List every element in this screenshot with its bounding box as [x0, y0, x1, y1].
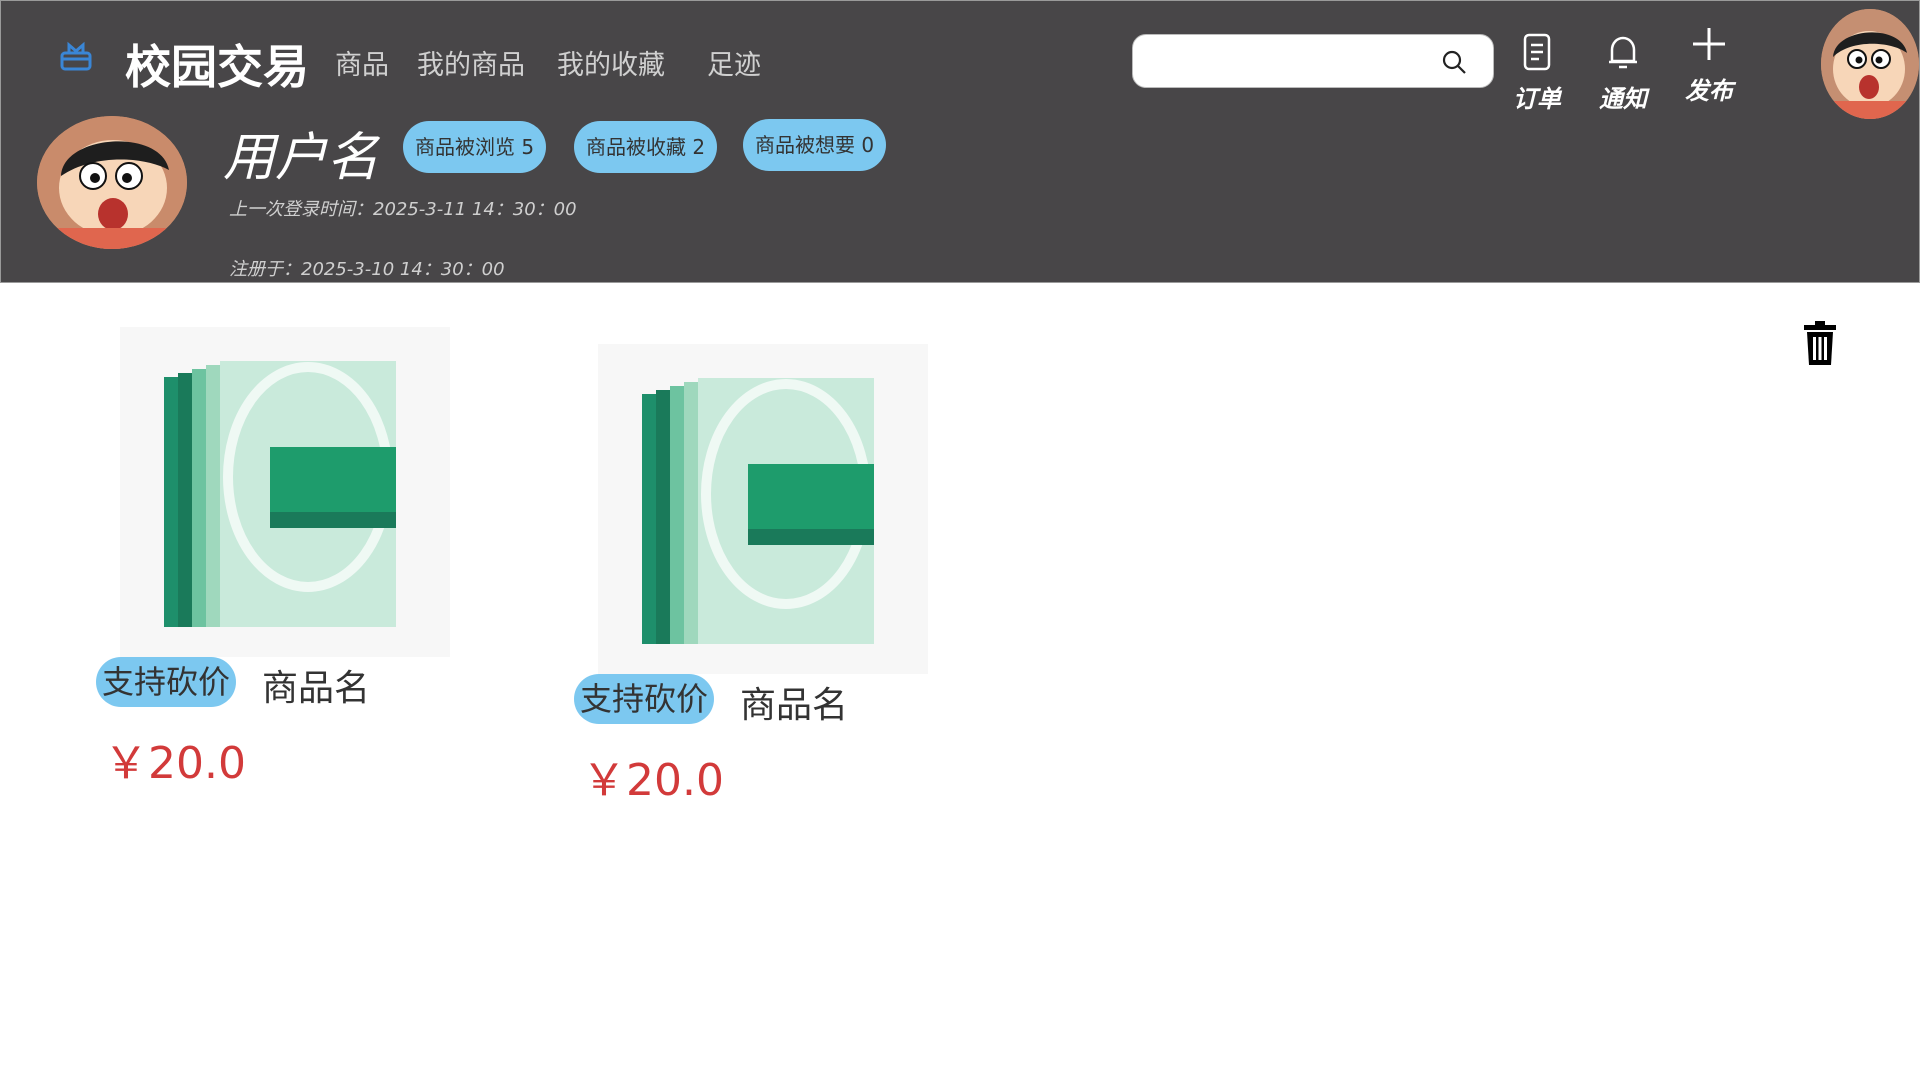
cartoon-avatar-icon [37, 116, 187, 249]
product-name[interactable]: 商品名 [262, 659, 370, 711]
trash-icon[interactable] [1803, 320, 1837, 366]
product-price: ￥20.0 [104, 738, 246, 789]
nav-products[interactable]: 商品 [335, 43, 389, 82]
publish-button[interactable]: 发布 [1669, 25, 1749, 106]
stat-wants-badge: 商品被想要 0 [743, 119, 887, 171]
top-header: 校园交易 商品 我的商品 我的收藏 足迹 订单 通知 发布 用户名 商品被浏览 … [0, 0, 1920, 283]
book-cover-image [598, 344, 928, 674]
stat-views-badge: 商品被浏览 5 [403, 121, 547, 173]
search-input[interactable] [1149, 44, 1439, 80]
product-price: ￥20.0 [582, 755, 724, 806]
bargain-badge: 支持砍价 [574, 674, 715, 724]
register-time: 注册于：2025-3-10 14：30：00 [229, 259, 505, 280]
product-image[interactable] [598, 344, 928, 674]
bell-icon [1609, 36, 1637, 69]
brand-title[interactable]: 校园交易 [125, 31, 309, 97]
last-login-time: 上一次登录时间：2025-3-11 14：30：00 [229, 199, 577, 220]
nav-my-products[interactable]: 我的商品 [417, 43, 525, 82]
search-box [1132, 34, 1494, 88]
product-image[interactable] [120, 327, 450, 657]
plus-icon [1693, 28, 1725, 60]
username: 用户名 [223, 128, 380, 188]
publish-label: 发布 [1685, 77, 1733, 105]
cartoon-avatar-icon [1821, 9, 1919, 119]
header-avatar[interactable] [1821, 9, 1919, 119]
search-icon[interactable] [1441, 49, 1467, 75]
notifications-label: 通知 [1599, 85, 1647, 113]
product-name[interactable]: 商品名 [740, 676, 848, 728]
nav-footprints[interactable]: 足迹 [707, 43, 761, 82]
orders-button[interactable]: 订单 [1497, 33, 1577, 114]
book-cover-image [120, 327, 450, 657]
gift-box-icon [60, 41, 92, 71]
bargain-badge: 支持砍价 [96, 657, 237, 707]
stat-favorites-badge: 商品被收藏 2 [574, 121, 718, 173]
nav-favorites[interactable]: 我的收藏 [557, 43, 665, 82]
profile-avatar [37, 116, 187, 249]
orders-label: 订单 [1513, 85, 1561, 113]
notifications-button[interactable]: 通知 [1583, 33, 1663, 114]
document-icon [1523, 33, 1551, 71]
